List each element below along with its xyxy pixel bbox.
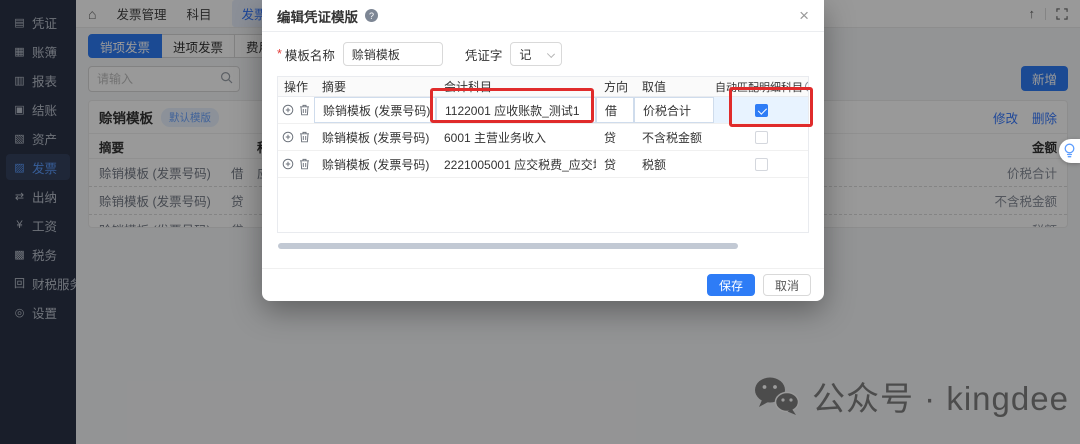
- cell-account[interactable]: 6001 主营业务收入: [436, 124, 596, 150]
- required-mark: *: [277, 47, 282, 61]
- cell-summary[interactable]: 赊销模板 (发票号码): [314, 151, 436, 177]
- cell-operation: [278, 151, 314, 177]
- cell-auto-match: [714, 97, 808, 123]
- delete-row-icon[interactable]: [299, 158, 310, 170]
- cell-direction[interactable]: 贷: [596, 124, 634, 150]
- col-operation: 操作: [278, 77, 314, 96]
- table-row: 赊销模板 (发票号码) 2221005001 应交税费_应交增值... 贷 税额: [278, 151, 808, 178]
- voucher-word-select[interactable]: 记: [510, 42, 562, 66]
- add-row-icon[interactable]: [282, 158, 294, 170]
- template-lines-table: 操作 摘要 会计科目 方向 取值 自动匹配明细科目 ?: [277, 76, 809, 233]
- cell-auto-match: [714, 151, 808, 177]
- template-form: * 模板名称 凭证字 记: [277, 42, 562, 66]
- delete-row-icon[interactable]: [299, 131, 310, 143]
- cell-value[interactable]: 价税合计: [634, 97, 714, 123]
- close-icon[interactable]: ×: [799, 7, 809, 24]
- edit-voucher-template-dialog: 编辑凭证模版 ? × * 模板名称 凭证字 记 操作 摘要 会计科目 方向 取值…: [262, 0, 824, 301]
- delete-row-icon[interactable]: [299, 104, 310, 116]
- auto-match-checkbox[interactable]: [755, 131, 768, 144]
- template-name-label: 模板名称: [285, 45, 335, 64]
- watermark: 公众号 · kingdee: [752, 372, 1069, 420]
- template-name-input[interactable]: [343, 42, 443, 66]
- horizontal-scrollbar[interactable]: [278, 243, 738, 249]
- col-account: 会计科目: [436, 77, 596, 96]
- add-row-icon[interactable]: [282, 131, 294, 143]
- dialog-title: 编辑凭证模版: [277, 6, 358, 26]
- help-icon[interactable]: ?: [365, 9, 378, 22]
- chevron-down-icon: [547, 50, 555, 58]
- auto-match-checkbox[interactable]: [755, 104, 768, 117]
- auto-match-checkbox[interactable]: [755, 158, 768, 171]
- table-row: 赊销模板 (发票号码) 6001 主营业务收入 贷 不含税金额: [278, 124, 808, 151]
- cell-operation: [278, 124, 314, 150]
- cell-summary[interactable]: 赊销模板 (发票号码): [314, 124, 436, 150]
- cell-direction[interactable]: 借: [596, 97, 634, 123]
- lightbulb-icon: [1063, 143, 1076, 159]
- save-button[interactable]: 保存: [707, 274, 755, 296]
- app-window: ▤ 凭证 ▦ 账簿 ▥ 报表 ▣ 结账 ▧ 资产 ▨ 发票 ⇄ 出纳 ¥ 工资: [0, 0, 1080, 444]
- cell-direction[interactable]: 贷: [596, 151, 634, 177]
- info-icon[interactable]: ?: [805, 81, 808, 92]
- watermark-text: 公众号 · kingdee: [812, 372, 1069, 420]
- cell-value[interactable]: 税额: [634, 151, 714, 177]
- cell-value[interactable]: 不含税金额: [634, 124, 714, 150]
- col-direction: 方向: [596, 77, 634, 96]
- col-auto-match: 自动匹配明细科目 ?: [714, 77, 808, 96]
- cancel-button[interactable]: 取消: [763, 274, 811, 296]
- voucher-word-label: 凭证字: [465, 45, 503, 64]
- dialog-footer: 保存 取消: [262, 268, 824, 301]
- col-value: 取值: [634, 77, 714, 96]
- wechat-icon: [752, 375, 802, 417]
- cell-account[interactable]: 1122001 应收账款_测试1: [436, 97, 596, 123]
- cell-operation: [278, 97, 314, 123]
- table-header-row: 操作 摘要 会计科目 方向 取值 自动匹配明细科目 ?: [278, 77, 808, 97]
- assistant-bulb-button[interactable]: [1059, 139, 1080, 163]
- cell-summary[interactable]: 赊销模板 (发票号码): [314, 97, 436, 123]
- cell-auto-match: [714, 124, 808, 150]
- add-row-icon[interactable]: [282, 104, 294, 116]
- col-auto-match-label: 自动匹配明细科目: [715, 79, 803, 95]
- voucher-word-value: 记: [519, 46, 531, 63]
- col-summary: 摘要: [314, 77, 436, 96]
- table-row: 赊销模板 (发票号码) 1122001 应收账款_测试1 借 价税合计: [278, 97, 808, 124]
- cell-account[interactable]: 2221005001 应交税费_应交增值...: [436, 151, 596, 177]
- dialog-header: 编辑凭证模版 ? ×: [262, 0, 824, 32]
